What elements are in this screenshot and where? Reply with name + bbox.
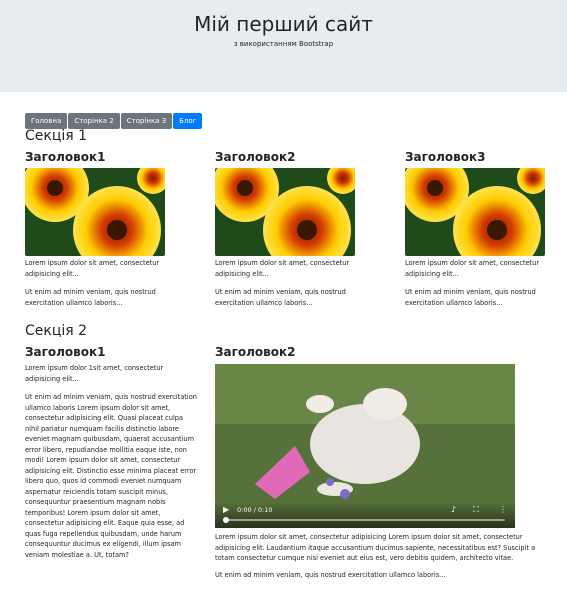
video-time: 0:00 / 0:10 [237,506,273,514]
card-text: Ut enim ad minim veniam, quis nostrud ex… [215,288,346,307]
video-progress-knob[interactable] [223,517,229,523]
nav-item-home[interactable]: Головна [25,113,68,129]
card-heading: Заголовок2 [215,345,296,359]
card-text: Ut enim ad minim veniam, quis nostrud ex… [215,570,446,579]
card-heading: Заголовок2 [215,150,296,164]
section-1-card-2: Заголовок2 Lorem ipsum dolor sit amet, c… [215,150,375,308]
section-1-title: Секція 1 [25,128,88,144]
card-text-long: Ut enim ad minim veniam, quis nostrud ex… [25,393,197,559]
card-heading: Заголовок1 [25,345,106,359]
section-2-right-text: Lorem ipsum dolor sit amet, consectetur … [215,532,555,580]
card-text: Lorem ipsum dolor sit amet, consectetur … [405,259,540,278]
section-1-card-3: Заголовок3 Lorem ipsum dolor sit amet, c… [405,150,565,308]
flower-image [215,168,355,256]
video-player[interactable]: ▶ 0:00 / 0:10 ♪ ⛶ ⋮ [215,364,515,528]
card-text: Lorem ipsum dolor sit amet, consectetur … [215,259,350,278]
volume-icon[interactable]: ♪ [451,506,456,514]
nav-item-page-3[interactable]: Сторінка 3 [120,113,173,129]
card-heading: Заголовок3 [405,150,486,164]
page-subtitle: з використанням Bootstrap [233,40,334,48]
nav-pills: Головна Сторінка 2 Сторінка 3 Блог [25,108,203,129]
card-text: Ut enim ad minim veniam, quis nostrud ex… [405,288,536,307]
play-icon[interactable]: ▶ [223,506,229,514]
page-title: Мій перший сайт [194,12,373,36]
section-2-right-column: Заголовок2 [215,345,555,359]
nav-item-page-2[interactable]: Сторінка 2 [68,113,120,129]
flower-image [25,168,165,256]
section-2-left-column: Заголовок1 Lorem ipsum dolor 1sit amet, … [25,345,197,560]
fullscreen-icon[interactable]: ⛶ [473,506,479,514]
nav-item-blog[interactable]: Блог [173,113,203,129]
jumbotron-header: Мій перший сайт з використанням Bootstra… [0,0,567,92]
flower-image [405,168,545,256]
section-2-title: Секція 2 [25,323,88,339]
card-heading: Заголовок1 [25,150,106,164]
more-icon[interactable]: ⋮ [499,506,507,514]
card-text: Lorem ipsum dolor sit amet, consectetur … [25,259,160,278]
card-text: Lorem ipsum dolor sit amet, consectetur … [215,533,536,562]
card-text: Ut enim ad minim veniam, quis nostrud ex… [25,288,156,307]
video-progress-track[interactable] [225,519,505,521]
card-text: Lorem ipsum dolor 1sit amet, consectetur… [25,364,164,383]
section-1-card-1: Заголовок1 Lorem ipsum dolor sit amet, c… [25,150,185,308]
